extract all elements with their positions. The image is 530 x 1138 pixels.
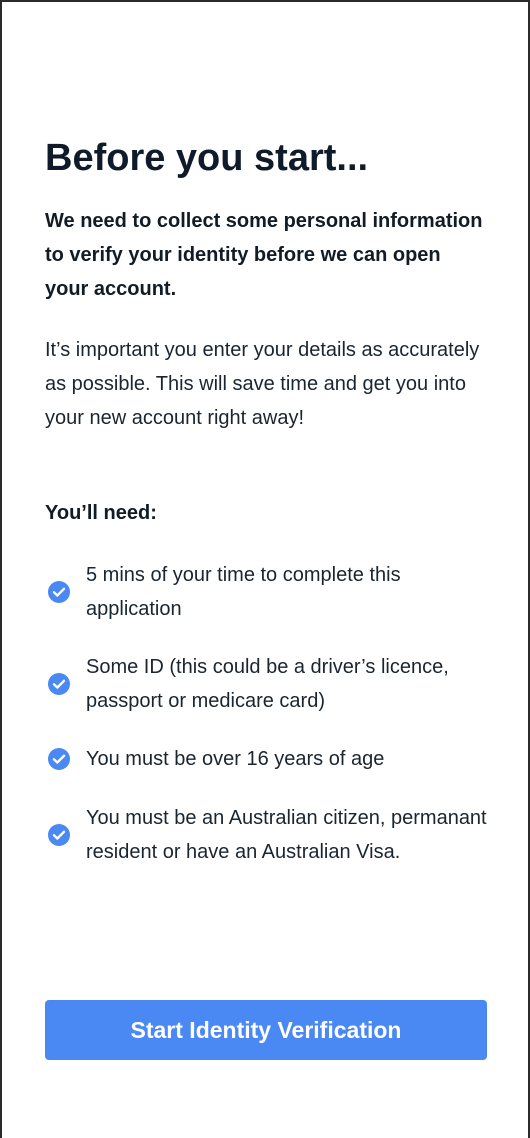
requirement-item: 5 mins of your time to complete this app… [45,558,495,626]
check-circle-icon [47,747,71,771]
verification-intro-screen: Before you start... We need to collect s… [0,0,530,1138]
check-circle-icon [47,580,71,604]
requirement-text: You must be over 16 years of age [86,748,385,770]
requirement-text: You must be an Australian citizen, perma… [86,807,487,863]
requirement-text: 5 mins of your time to complete this app… [86,564,401,620]
requirement-item: Some ID (this could be a driver’s licenc… [45,650,495,718]
check-circle-icon [47,672,71,696]
intro-bold-text: We need to collect some personal informa… [45,210,483,300]
requirement-text: Some ID (this could be a driver’s licenc… [86,656,449,712]
page-title: Before you start... [45,137,369,179]
requirement-item: You must be over 16 years of age [45,742,495,776]
intro-text: It’s important you enter your details as… [45,339,480,429]
requirements-heading: You’ll need: [45,502,157,524]
check-circle-icon [47,823,71,847]
requirement-item: You must be an Australian citizen, perma… [45,801,495,869]
start-identity-verification-button[interactable]: Start Identity Verification [45,1000,487,1060]
